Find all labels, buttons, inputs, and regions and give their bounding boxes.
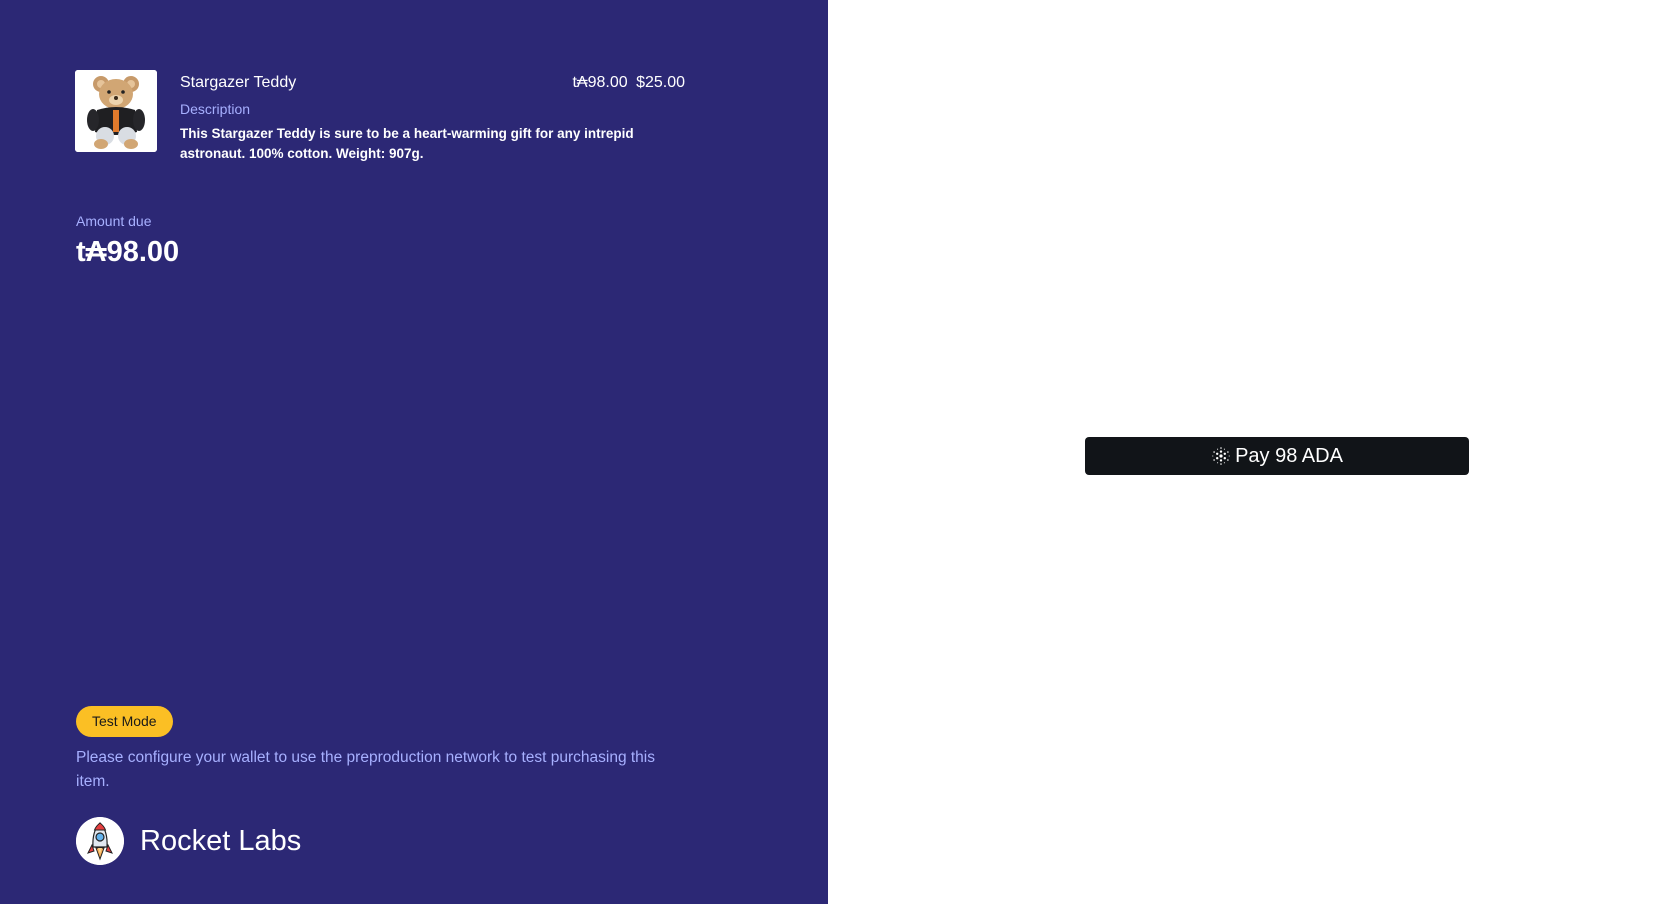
- checkout-page: Stargazer Teddy t₳98.00 $25.00 Descripti…: [0, 0, 1677, 904]
- product-image: [75, 70, 157, 152]
- pay-button-label: Pay 98 ADA: [1235, 444, 1343, 467]
- merchant-name: Rocket Labs: [140, 824, 302, 857]
- pay-button[interactable]: Pay 98 ADA: [1085, 437, 1469, 475]
- merchant-brand: Rocket Labs: [76, 817, 301, 865]
- amount-due-label: Amount due: [76, 213, 152, 229]
- product-price-usd: $25.00: [636, 74, 685, 91]
- product-description: This Stargazer Teddy is sure to be a hea…: [180, 126, 634, 161]
- rocket-icon: [76, 817, 124, 865]
- product-price-ada: t₳98.00: [572, 74, 628, 91]
- amount-due-value: t₳98.00: [76, 236, 180, 268]
- description-label: Description: [180, 101, 251, 117]
- test-mode-note: Please configure your wallet to use the …: [76, 749, 655, 790]
- order-summary-panel: Stargazer Teddy t₳98.00 $25.00 Descripti…: [0, 0, 828, 904]
- test-mode-badge: Test Mode: [76, 706, 173, 737]
- cardano-icon: [1211, 446, 1231, 466]
- teddy-bear-icon: [75, 70, 157, 152]
- product-name: Stargazer Teddy: [180, 74, 297, 91]
- payment-panel: Pay 98 ADA: [828, 0, 1677, 904]
- product-prices: t₳98.00 $25.00: [572, 74, 685, 92]
